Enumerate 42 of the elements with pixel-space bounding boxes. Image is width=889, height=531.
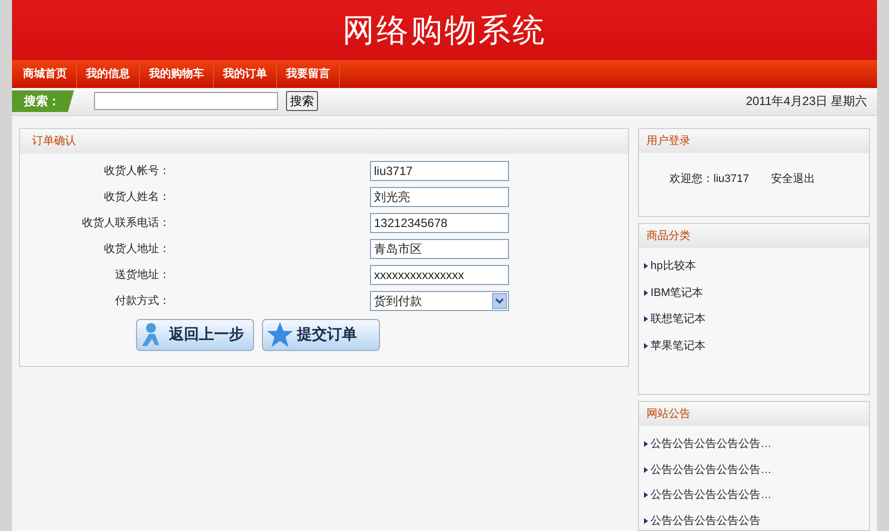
star-icon — [265, 320, 295, 350]
bullet-icon — [644, 290, 648, 296]
panel-title: 用户登录 — [646, 134, 691, 149]
category-link[interactable]: 苹果笔记本 — [650, 338, 706, 354]
field-label: 收货人姓名： — [103, 190, 170, 205]
category-link[interactable]: IBM笔记本 — [650, 284, 704, 301]
category-link[interactable]: hp比较本 — [650, 258, 696, 274]
date-text: 2011年4月23日 星期六 — [746, 93, 867, 110]
panel-title: 商品分类 — [646, 228, 691, 244]
notice-link[interactable]: 公告公告公告公告公告… — [650, 462, 772, 478]
input-field[interactable]: liu3717 — [370, 161, 509, 181]
field-label: 收货人地址： — [103, 242, 170, 257]
search-label: 搜索： — [12, 90, 74, 112]
panel-title: 订单确认 — [32, 134, 76, 150]
bullet-icon — [644, 466, 648, 473]
back-button[interactable]: 返回上一步 — [136, 319, 254, 351]
panel-title: 网站公告 — [646, 406, 691, 422]
input-field[interactable]: 13212345678 — [370, 213, 509, 233]
notice-link[interactable]: 公告公告公告公告公告… — [650, 487, 772, 504]
logout-link[interactable]: 安全退出 — [771, 171, 816, 188]
field-label: 付款方式： — [114, 294, 170, 309]
search-field[interactable] — [94, 92, 278, 110]
payment-dropdown[interactable]: 货到付款 — [370, 291, 509, 311]
bullet-icon — [644, 316, 648, 322]
bullet-icon — [644, 342, 648, 349]
category-link[interactable]: 联想笔记本 — [650, 311, 706, 328]
welcome-text: 欢迎您：liu3717 — [670, 172, 750, 187]
submit-button[interactable]: 提交订单 — [262, 319, 380, 351]
notice-link[interactable]: 公告公告公告公告公告 — [650, 512, 761, 529]
bullet-icon — [644, 518, 648, 524]
input-field[interactable]: xxxxxxxxxxxxxxx — [370, 265, 509, 285]
input-field[interactable]: 青岛市区 — [370, 239, 509, 259]
site-title: 网络购物系统 — [342, 10, 546, 51]
notice-link[interactable]: 公告公告公告公告公告… — [650, 436, 772, 452]
bullet-icon — [644, 441, 648, 448]
bullet-icon — [644, 263, 648, 270]
field-label: 收货人联系电话： — [81, 216, 170, 231]
bullet-icon — [644, 492, 648, 498]
input-field[interactable]: 刘光亮 — [370, 187, 509, 207]
field-label: 收货人帐号： — [103, 164, 170, 179]
search-button[interactable]: 搜索 — [286, 91, 318, 112]
field-label: 送货地址： — [114, 268, 170, 283]
